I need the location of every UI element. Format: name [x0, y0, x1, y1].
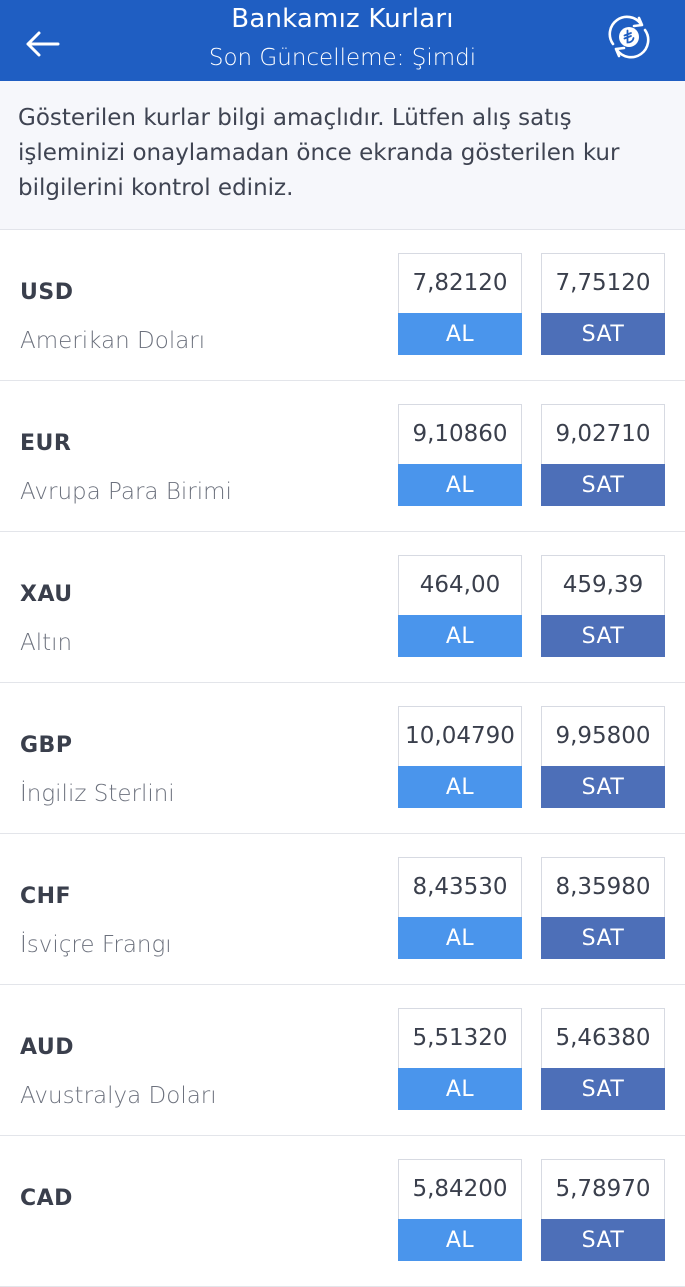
- buy-label: AL: [398, 766, 522, 808]
- buy-rate-value: 5,84200: [412, 1176, 508, 1202]
- sell-rate-value: 5,78970: [555, 1176, 651, 1202]
- buy-label: AL: [398, 1219, 522, 1261]
- buy-label: AL: [398, 313, 522, 355]
- currency-code: USD: [20, 280, 74, 305]
- sell-rate-value: 9,95800: [555, 723, 651, 749]
- currency-row: USD Amerikan Doları 7,82120 AL 7,75120 S…: [0, 230, 685, 381]
- buy-rate-button[interactable]: 7,82120 AL: [398, 253, 522, 355]
- buy-rate-button[interactable]: 8,43530 AL: [398, 857, 522, 959]
- sell-label: SAT: [541, 1219, 665, 1261]
- page-title: Bankamız Kurları: [231, 4, 454, 34]
- buy-rate-value: 464,00: [419, 572, 501, 598]
- app-header: Bankamız Kurları Son Güncelleme: Şimdi: [0, 0, 685, 81]
- currency-row: AUD Avustralya Doları 5,51320 AL 5,46380…: [0, 985, 685, 1136]
- sell-label: SAT: [541, 766, 665, 808]
- sell-rate-button[interactable]: 9,02710 SAT: [541, 404, 665, 506]
- sell-rate-button[interactable]: 459,39 SAT: [541, 555, 665, 657]
- sell-rate-value: 7,75120: [555, 270, 651, 296]
- buy-label: AL: [398, 1068, 522, 1110]
- currency-name: Avustralya Doları: [20, 1083, 217, 1109]
- sell-rate-value: 8,35980: [555, 874, 651, 900]
- sell-rate-button[interactable]: 5,46380 SAT: [541, 1008, 665, 1110]
- sell-label: SAT: [541, 313, 665, 355]
- currency-name: Avrupa Para Birimi: [20, 479, 232, 505]
- currency-row: GBP İngiliz Sterlini 10,04790 AL 9,95800…: [0, 683, 685, 834]
- buy-rate-value: 9,10860: [412, 421, 508, 447]
- sell-rate-value: 459,39: [562, 572, 644, 598]
- sell-rate-button[interactable]: 8,35980 SAT: [541, 857, 665, 959]
- currency-list: USD Amerikan Doları 7,82120 AL 7,75120 S…: [0, 230, 685, 1287]
- sell-rate-button[interactable]: 9,95800 SAT: [541, 706, 665, 808]
- currency-code: CAD: [20, 1186, 73, 1211]
- sell-label: SAT: [541, 917, 665, 959]
- sell-label: SAT: [541, 615, 665, 657]
- currency-code: GBP: [20, 733, 73, 758]
- currency-code: EUR: [20, 431, 72, 456]
- sell-label: SAT: [541, 464, 665, 506]
- buy-label: AL: [398, 615, 522, 657]
- buy-rate-button[interactable]: 5,51320 AL: [398, 1008, 522, 1110]
- currency-row: CHF İsviçre Frangı 8,43530 AL 8,35980 SA…: [0, 834, 685, 985]
- info-notice: Gösterilen kurlar bilgi amaçlıdır. Lütfe…: [0, 81, 685, 230]
- sell-rate-value: 9,02710: [555, 421, 651, 447]
- refresh-button[interactable]: [603, 14, 655, 60]
- sell-rate-value: 5,46380: [555, 1025, 651, 1051]
- currency-code: XAU: [20, 582, 73, 607]
- buy-rate-value: 10,04790: [405, 723, 515, 749]
- currency-row: XAU Altın 464,00 AL 459,39 SAT: [0, 532, 685, 683]
- sell-rate-button[interactable]: 5,78970 SAT: [541, 1159, 665, 1261]
- buy-rate-value: 5,51320: [412, 1025, 508, 1051]
- buy-rate-button[interactable]: 464,00 AL: [398, 555, 522, 657]
- buy-rate-value: 7,82120: [412, 270, 508, 296]
- currency-row: EUR Avrupa Para Birimi 9,10860 AL 9,0271…: [0, 381, 685, 532]
- buy-rate-button[interactable]: 5,84200 AL: [398, 1159, 522, 1261]
- currency-name: Amerikan Doları: [20, 328, 206, 354]
- buy-label: AL: [398, 917, 522, 959]
- buy-label: AL: [398, 464, 522, 506]
- currency-code: AUD: [20, 1035, 74, 1060]
- buy-rate-button[interactable]: 10,04790 AL: [398, 706, 522, 808]
- currency-name: İngiliz Sterlini: [20, 781, 175, 807]
- notice-text: Gösterilen kurlar bilgi amaçlıdır. Lütfe…: [18, 105, 620, 201]
- lira-refresh-icon: [608, 15, 650, 59]
- currency-row: CAD 5,84200 AL 5,78970 SAT: [0, 1136, 685, 1287]
- sell-label: SAT: [541, 1068, 665, 1110]
- sell-rate-button[interactable]: 7,75120 SAT: [541, 253, 665, 355]
- last-update-label: Son Güncelleme: Şimdi: [208, 45, 477, 71]
- currency-name: İsviçre Frangı: [20, 932, 172, 958]
- buy-rate-value: 8,43530: [412, 874, 508, 900]
- buy-rate-button[interactable]: 9,10860 AL: [398, 404, 522, 506]
- currency-name: Altın: [20, 630, 73, 656]
- currency-code: CHF: [20, 884, 72, 909]
